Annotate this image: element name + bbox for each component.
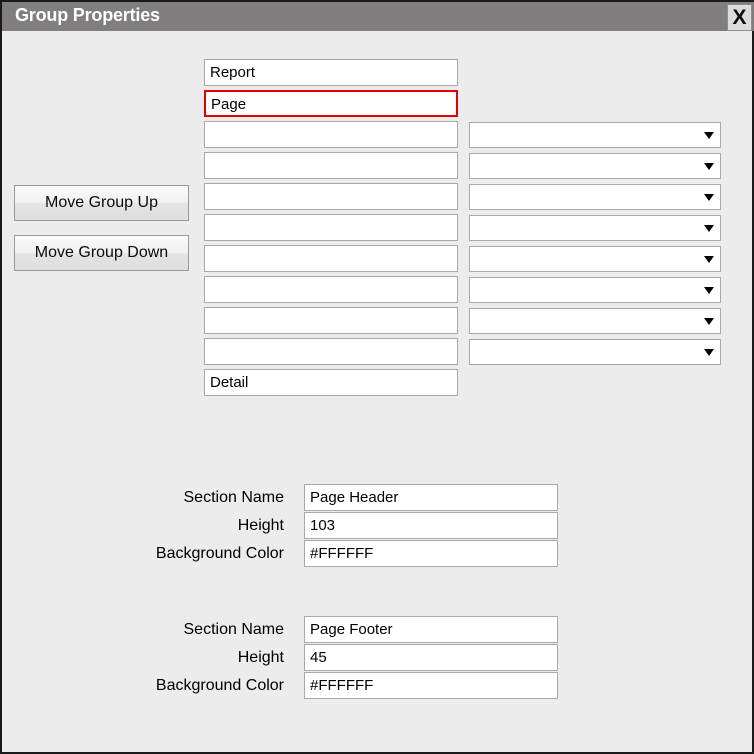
chevron-down-icon	[704, 349, 714, 356]
group-name-input[interactable]	[204, 338, 458, 365]
chevron-down-icon	[704, 225, 714, 232]
chevron-down-icon	[704, 132, 714, 139]
close-x-icon: X	[732, 6, 747, 29]
section-name-field-1[interactable]: Page Footer	[304, 616, 558, 643]
group-name-input[interactable]	[204, 307, 458, 334]
group-sort-dropdown[interactable]	[469, 246, 721, 272]
group-name-input[interactable]: Report	[204, 59, 458, 86]
group-sort-dropdown[interactable]	[469, 339, 721, 365]
move-group-up-button[interactable]: Move Group Up	[14, 185, 189, 221]
group-name-input[interactable]	[204, 276, 458, 303]
move-group-down-button[interactable]: Move Group Down	[14, 235, 189, 271]
dialog-title: Group Properties	[15, 5, 160, 25]
group-name-input[interactable]: Detail	[204, 369, 458, 396]
close-button[interactable]: X	[727, 4, 752, 31]
chevron-down-icon	[704, 287, 714, 294]
dialog-titlebar: Group Properties X	[2, 0, 754, 31]
section-name-label-0: Section Name	[183, 489, 285, 506]
group-sort-dropdown[interactable]	[469, 153, 721, 179]
section-name-field-0[interactable]: Page Header	[304, 484, 558, 511]
chevron-down-icon	[704, 256, 714, 263]
group-sort-dropdown[interactable]	[469, 122, 721, 148]
group-name-input[interactable]	[204, 214, 458, 241]
height-label-0: Height	[237, 517, 284, 534]
height-field-1[interactable]: 45	[304, 644, 558, 671]
section-name-label-1: Section Name	[183, 621, 285, 638]
chevron-down-icon	[704, 163, 714, 170]
group-sort-dropdown[interactable]	[469, 308, 721, 334]
background-color-field-1[interactable]: #FFFFFF	[304, 672, 558, 699]
background-color-label-0: Background Color	[155, 545, 284, 562]
chevron-down-icon	[704, 318, 714, 325]
group-name-input[interactable]	[204, 121, 458, 148]
group-name-input[interactable]: Page	[204, 90, 458, 117]
group-name-input[interactable]	[204, 245, 458, 272]
height-label-1: Height	[237, 649, 284, 666]
group-name-input[interactable]	[204, 183, 458, 210]
group-sort-dropdown[interactable]	[469, 215, 721, 241]
group-sort-dropdown[interactable]	[469, 184, 721, 210]
height-field-0[interactable]: 103	[304, 512, 558, 539]
group-properties-dialog: Group Properties X Report Page Detail Move…	[0, 0, 754, 754]
chevron-down-icon	[704, 194, 714, 201]
group-name-input[interactable]	[204, 152, 458, 179]
group-sort-dropdown[interactable]	[469, 277, 721, 303]
background-color-label-1: Background Color	[155, 677, 284, 694]
background-color-field-0[interactable]: #FFFFFF	[304, 540, 558, 567]
